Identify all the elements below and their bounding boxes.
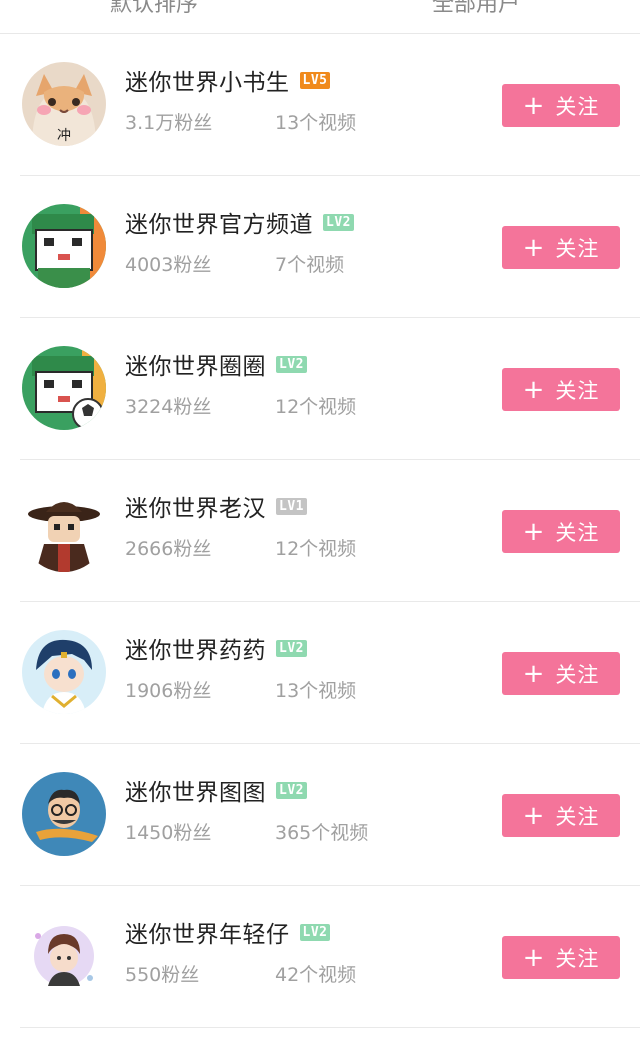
avatar-young-man[interactable] xyxy=(22,914,106,998)
user-name[interactable]: 迷你世界小书生 xyxy=(125,63,290,97)
follow-button[interactable]: + 关注 xyxy=(502,936,620,979)
fans-count: 2666粉丝 xyxy=(125,538,212,560)
avatar-block-character[interactable] xyxy=(22,204,106,288)
plus-icon: + xyxy=(522,516,546,547)
user-list: 冲 迷你世界小书生 LV5 3.1万粉丝 13个视频 + 关注 迷你世界官方频道… xyxy=(0,34,640,1028)
avatar-hat-character[interactable] xyxy=(22,488,106,572)
user-name[interactable]: 迷你世界老汉 xyxy=(125,489,266,523)
follow-label: 关注 xyxy=(555,236,600,261)
fans-count: 4003粉丝 xyxy=(125,254,212,276)
videos-count: 365个视频 xyxy=(275,822,369,844)
user-name[interactable]: 迷你世界药药 xyxy=(125,631,266,665)
plus-icon: + xyxy=(522,90,546,121)
follow-label: 关注 xyxy=(555,946,600,971)
user-row[interactable]: 迷你世界官方频道 LV2 4003粉丝 7个视频 + 关注 xyxy=(0,176,640,318)
follow-button[interactable]: + 关注 xyxy=(502,84,620,127)
user-name[interactable]: 迷你世界图图 xyxy=(125,773,266,807)
avatar-anime-character[interactable] xyxy=(22,630,106,714)
sort-default-tab[interactable]: 默认排序 xyxy=(110,0,198,18)
user-row[interactable]: 迷你世界老汉 LV1 2666粉丝 12个视频 + 关注 xyxy=(0,460,640,602)
level-badge: LV2 xyxy=(323,213,354,231)
user-name[interactable]: 迷你世界年轻仔 xyxy=(125,915,290,949)
follow-label: 关注 xyxy=(555,662,600,687)
fans-count: 1906粉丝 xyxy=(125,680,212,702)
level-badge: LV2 xyxy=(276,639,307,657)
follow-button[interactable]: + 关注 xyxy=(502,368,620,411)
follow-label: 关注 xyxy=(555,94,600,119)
user-name[interactable]: 迷你世界官方频道 xyxy=(125,205,313,239)
fans-count: 1450粉丝 xyxy=(125,822,212,844)
level-badge: LV2 xyxy=(276,781,307,799)
follow-label: 关注 xyxy=(555,520,600,545)
videos-count: 12个视频 xyxy=(275,396,357,418)
fans-count: 3.1万粉丝 xyxy=(125,112,213,134)
follow-label: 关注 xyxy=(555,378,600,403)
plus-icon: + xyxy=(522,942,546,973)
level-badge: LV2 xyxy=(299,923,331,941)
follow-label: 关注 xyxy=(555,804,600,829)
follow-button[interactable]: + 关注 xyxy=(502,652,620,695)
plus-icon: + xyxy=(522,800,546,831)
filter-all-users-tab[interactable]: 全部用户 xyxy=(432,0,520,18)
level-badge: LV2 xyxy=(276,355,307,373)
level-badge: LV1 xyxy=(276,497,307,515)
user-row[interactable]: 冲 迷你世界小书生 LV5 3.1万粉丝 13个视频 + 关注 xyxy=(0,34,640,176)
fans-count: 3224粉丝 xyxy=(125,396,212,418)
level-badge: LV5 xyxy=(299,71,331,89)
avatar-caption: 冲 xyxy=(57,128,71,144)
fans-count: 550粉丝 xyxy=(125,964,200,986)
sort-filter-bar: 默认排序 全部用户 xyxy=(0,0,640,34)
videos-count: 12个视频 xyxy=(275,538,357,560)
avatar-block-character-soccer[interactable] xyxy=(22,346,106,430)
user-row[interactable]: 迷你世界年轻仔 LV2 550粉丝 42个视频 + 关注 xyxy=(0,886,640,1028)
plus-icon: + xyxy=(522,658,546,689)
avatar-cat[interactable]: 冲 xyxy=(22,62,106,146)
user-name[interactable]: 迷你世界圈圈 xyxy=(125,347,266,381)
videos-count: 7个视频 xyxy=(275,254,345,276)
follow-button[interactable]: + 关注 xyxy=(502,510,620,553)
videos-count: 42个视频 xyxy=(275,964,357,986)
plus-icon: + xyxy=(522,374,546,405)
follow-button[interactable]: + 关注 xyxy=(502,794,620,837)
avatar-glasses-man[interactable] xyxy=(22,772,106,856)
user-row[interactable]: 迷你世界图图 LV2 1450粉丝 365个视频 + 关注 xyxy=(0,744,640,886)
plus-icon: + xyxy=(522,232,546,263)
videos-count: 13个视频 xyxy=(275,680,357,702)
videos-count: 13个视频 xyxy=(275,112,357,134)
user-row[interactable]: 迷你世界圈圈 LV2 3224粉丝 12个视频 + 关注 xyxy=(0,318,640,460)
follow-button[interactable]: + 关注 xyxy=(502,226,620,269)
user-row[interactable]: 迷你世界药药 LV2 1906粉丝 13个视频 + 关注 xyxy=(0,602,640,744)
